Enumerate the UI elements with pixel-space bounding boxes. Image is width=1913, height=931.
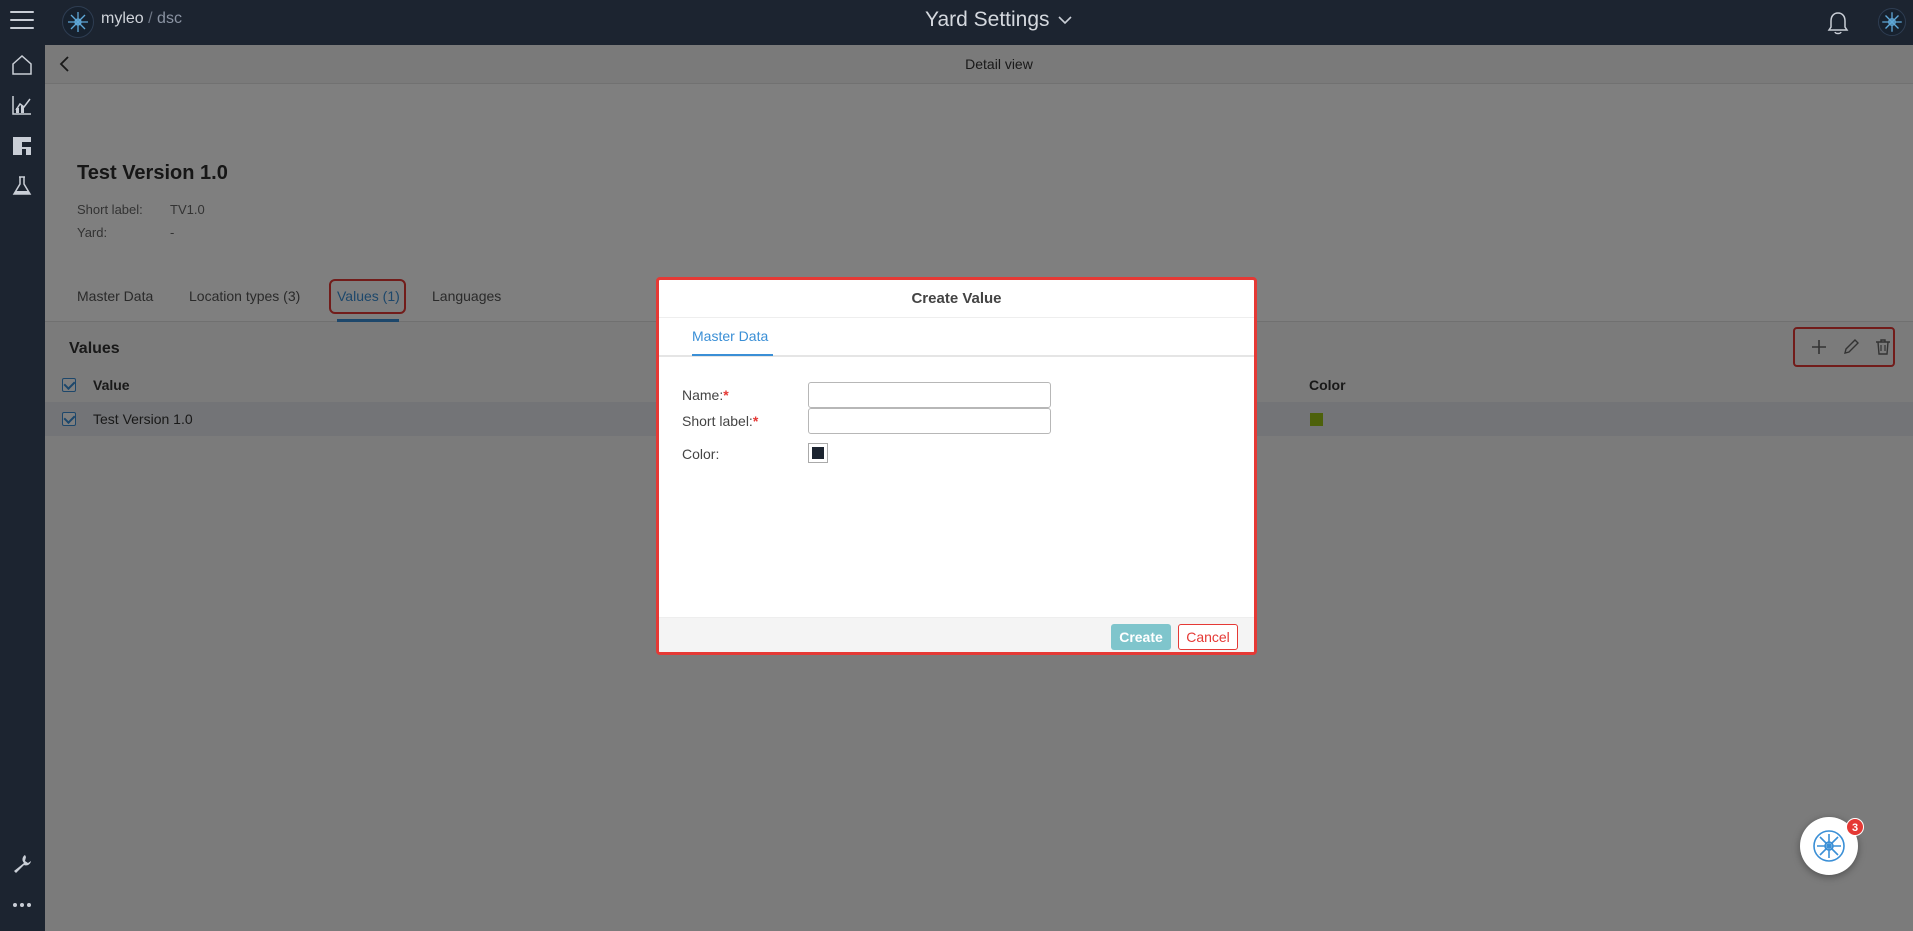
- dashboard-icon[interactable]: [10, 134, 34, 158]
- dialog-tab-master-data[interactable]: Master Data: [692, 328, 768, 344]
- name-input[interactable]: [808, 382, 1051, 408]
- name-label-text: Name:: [682, 387, 724, 403]
- bell-icon[interactable]: [1826, 10, 1850, 36]
- notification-badge: 3: [1846, 818, 1864, 836]
- brand-main: myleo: [101, 10, 144, 27]
- short-label-label-text: Short label:: [682, 413, 753, 429]
- cancel-button[interactable]: Cancel: [1178, 624, 1238, 650]
- wrench-icon[interactable]: [10, 852, 34, 876]
- short-label-input[interactable]: [808, 408, 1051, 434]
- menu-icon[interactable]: [10, 11, 34, 31]
- app-title-dropdown[interactable]: Yard Settings: [925, 8, 1072, 32]
- required-marker: *: [752, 413, 759, 429]
- user-logo-icon[interactable]: [1878, 8, 1906, 36]
- top-bar: myleo / dsc Yard Settings: [0, 0, 1913, 45]
- color-field-label: Color:: [682, 446, 720, 462]
- name-field-label: Name:*: [682, 387, 729, 403]
- color-picker[interactable]: [808, 443, 828, 463]
- brand-separator: /: [148, 10, 153, 27]
- lab-flask-icon[interactable]: [10, 174, 34, 198]
- brand-suffix: dsc: [157, 10, 182, 27]
- create-value-dialog: Create Value Master Data Name:* Short la…: [656, 277, 1257, 655]
- dialog-title: Create Value: [659, 280, 1254, 318]
- dialog-tab-underline: [692, 354, 773, 356]
- required-marker: *: [723, 387, 729, 403]
- logo-icon[interactable]: [62, 6, 94, 38]
- assistant-icon: [1813, 830, 1845, 862]
- analytics-icon[interactable]: [10, 93, 34, 117]
- chevron-down-icon: [1057, 16, 1072, 25]
- create-button[interactable]: Create: [1111, 624, 1171, 650]
- more-icon[interactable]: [10, 893, 34, 917]
- app-title: Yard Settings: [925, 8, 1050, 31]
- sidebar: [0, 45, 45, 931]
- dialog-footer: Create Cancel: [659, 617, 1254, 652]
- brand-name: myleo / dsc: [101, 10, 182, 28]
- dialog-tabs: Master Data: [659, 318, 1254, 357]
- home-icon[interactable]: [10, 53, 34, 77]
- short-label-field-label: Short label:*: [682, 413, 758, 429]
